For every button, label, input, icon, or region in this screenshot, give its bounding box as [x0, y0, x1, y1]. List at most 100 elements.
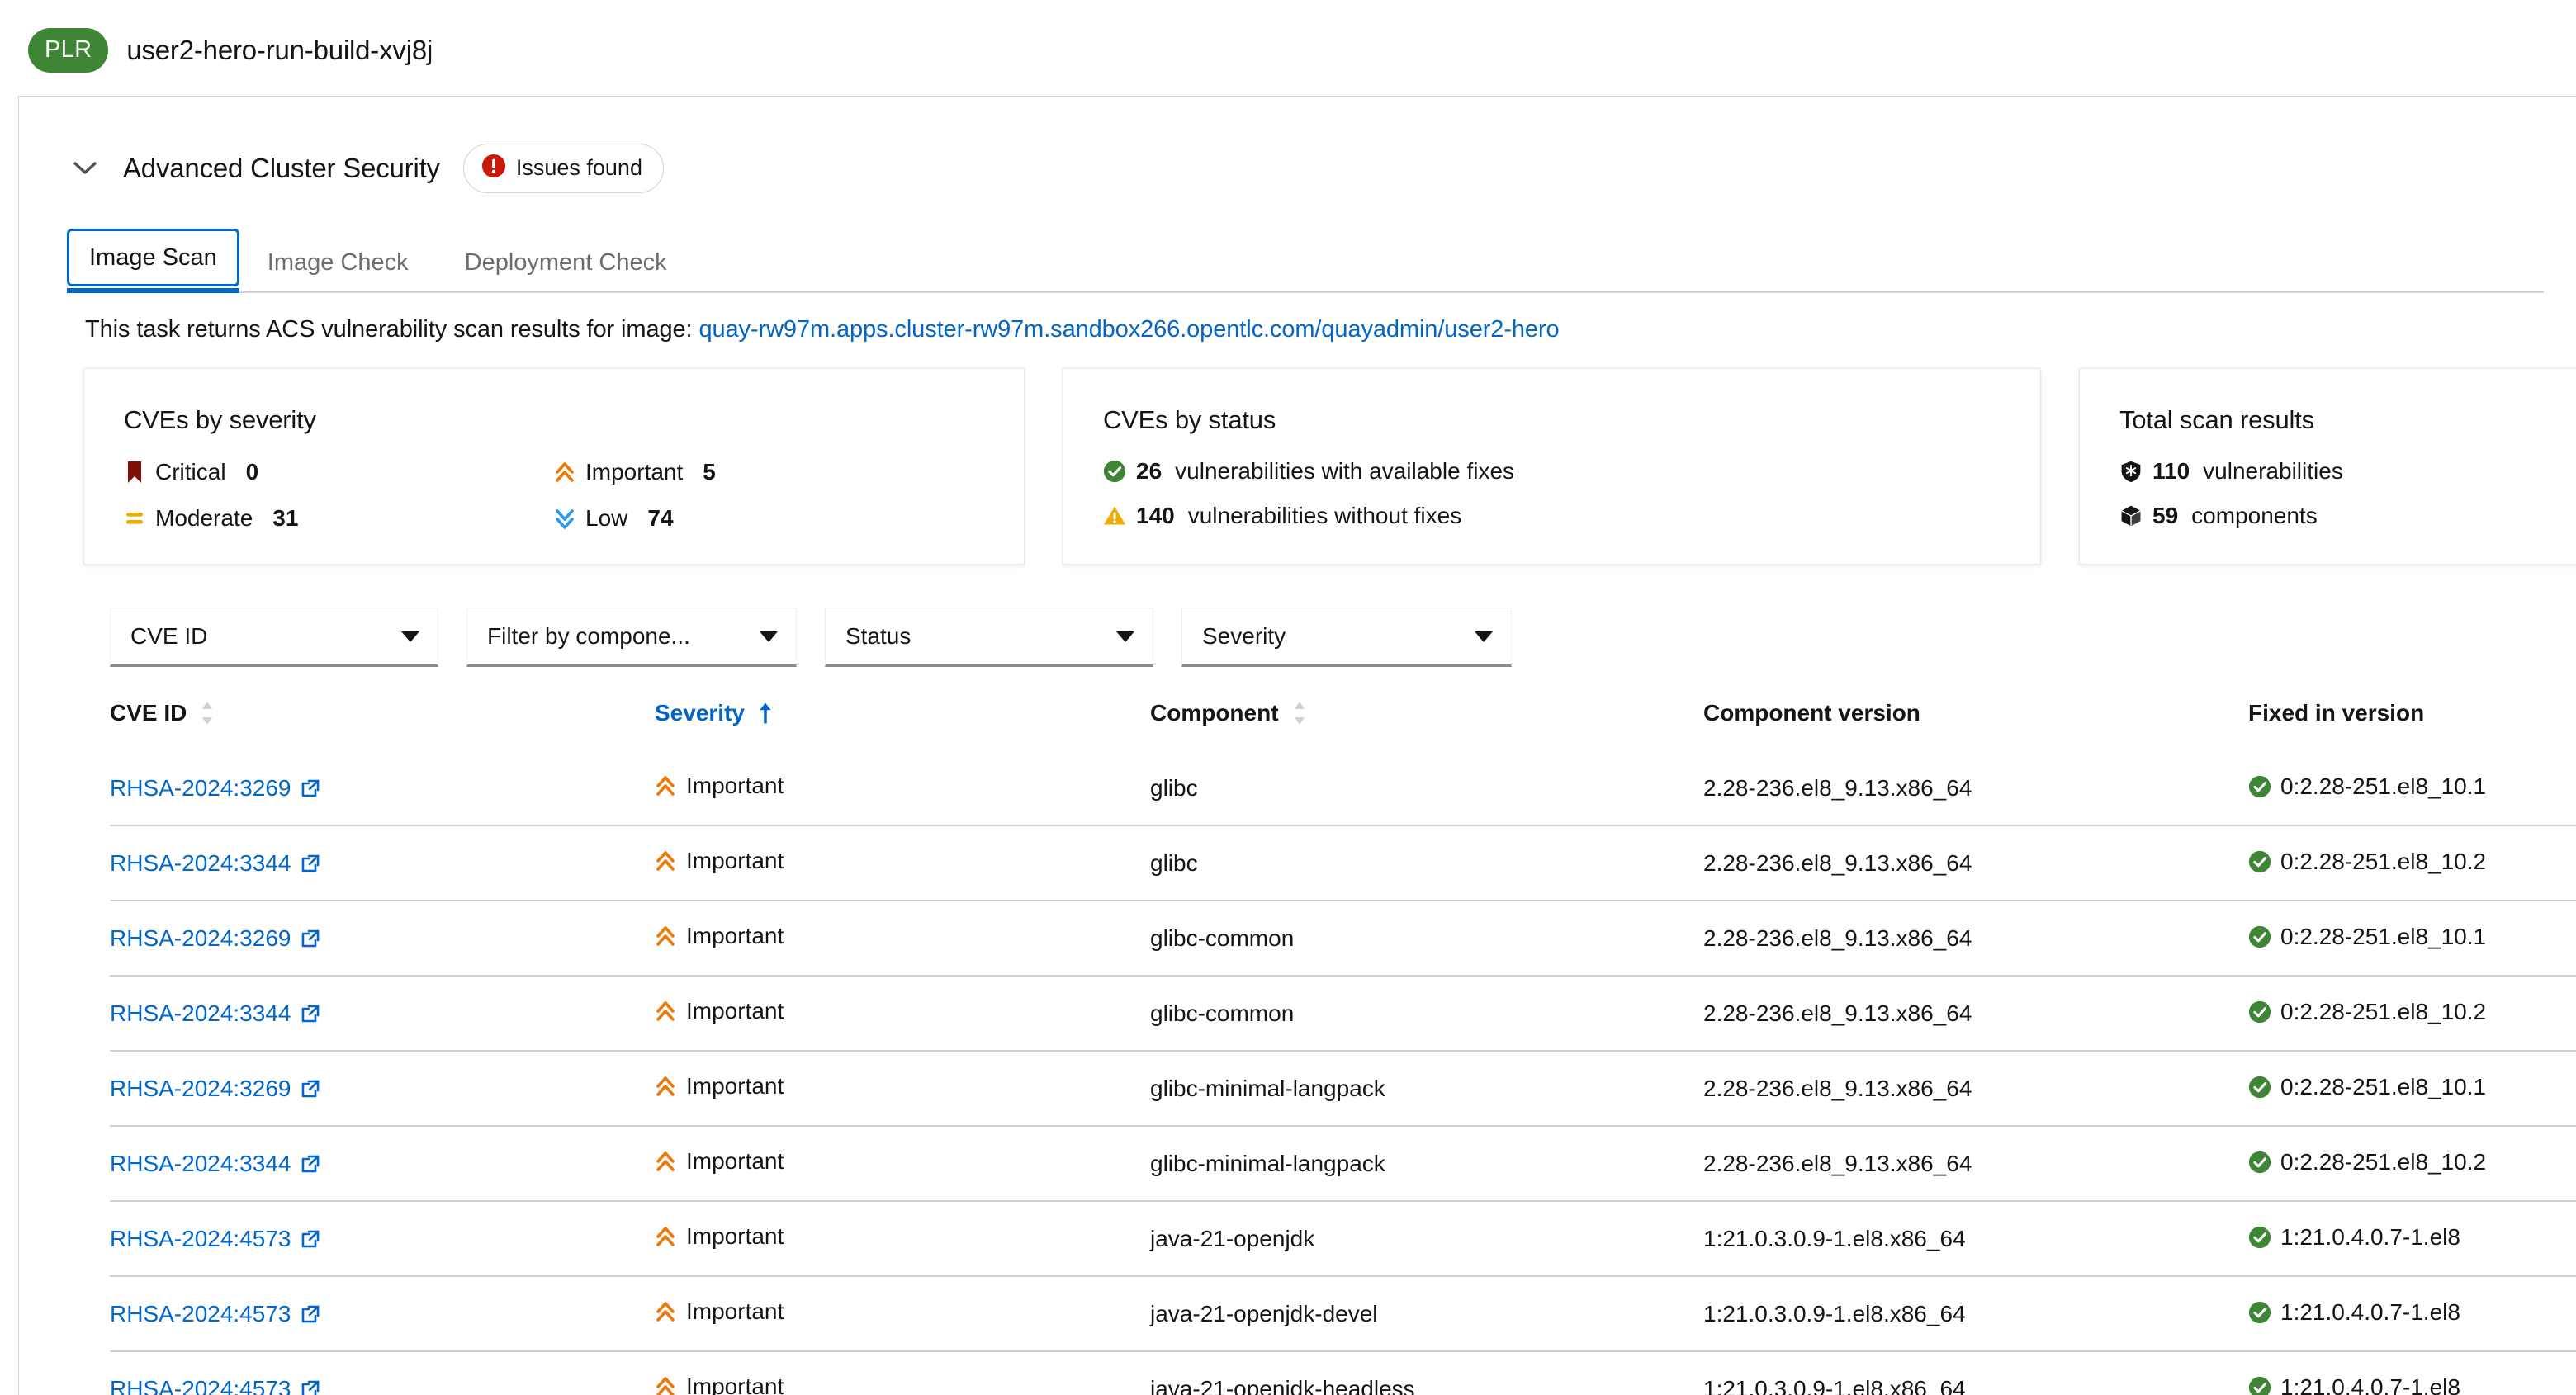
severity-count: 5 [703, 459, 716, 485]
cve-link[interactable]: RHSA-2024:3344 [110, 1151, 320, 1177]
external-link-icon [301, 1229, 320, 1249]
important-severity-icon [655, 1074, 676, 1099]
cve-id-text: RHSA-2024:3344 [110, 850, 291, 876]
chevron-down-icon[interactable] [67, 150, 103, 187]
cell-cve-id: RHSA-2024:3269 [110, 1050, 655, 1126]
cell-cve-id: RHSA-2024:4573 [110, 1200, 655, 1276]
chevron-down-icon [401, 631, 419, 642]
image-url-link[interactable]: quay-rw97m.apps.cluster-rw97m.sandbox266… [698, 316, 1559, 343]
status-text: vulnerabilities with available fixes [1175, 458, 1515, 484]
vulnerabilities-table: CVE ID Severity Component Component vers… [110, 700, 2576, 1395]
panel-title: Advanced Cluster Security [123, 153, 440, 183]
important-severity-icon [655, 924, 676, 948]
severity-text: Important [686, 1073, 784, 1099]
status-filter-label: Status [845, 623, 912, 649]
column-header-label: CVE ID [110, 700, 187, 726]
cell-fixed-in-version: 1:21.0.4.0.7-1.el8 [2248, 1200, 2576, 1276]
table-row: RHSA-2024:3269 Important glibc-common 2.28-… [110, 900, 2576, 976]
cell-severity: Important [655, 751, 1150, 825]
status-filter[interactable]: Status [825, 608, 1153, 667]
task-description: This task returns ACS vulnerability scan… [85, 316, 2576, 343]
page-header: PLR user2-hero-run-build-xvj8j [0, 0, 2576, 76]
column-header-fixed-in-version: Fixed in version [2248, 700, 2576, 751]
cve-link[interactable]: RHSA-2024:3269 [110, 925, 320, 952]
cve-link[interactable]: RHSA-2024:3344 [110, 1000, 320, 1027]
cell-cve-id: RHSA-2024:3344 [110, 1125, 655, 1201]
check-circle-icon [2248, 1226, 2271, 1249]
cell-cve-id: RHSA-2024:3344 [110, 825, 655, 901]
cell-severity: Important [655, 900, 1150, 976]
column-header-component-version: Component version [1703, 700, 2248, 751]
total-scan-results-card: Total scan results 110 vulnerabilities 5… [2079, 368, 2576, 565]
severity-filter[interactable]: Severity [1181, 608, 1512, 667]
severity-label: Moderate [155, 505, 253, 531]
severity-count: 74 [647, 505, 674, 531]
tab-image-check[interactable]: Image Check [239, 232, 437, 293]
sort-icon[interactable] [1292, 701, 1307, 726]
severity-text: Important [686, 1223, 784, 1249]
check-circle-icon [2248, 1000, 2271, 1024]
cell-component: java-21-openjdk-devel [1150, 1275, 1703, 1351]
fixed-version-text: 0:2.28-251.el8_10.2 [2280, 998, 2487, 1024]
severity-text: Important [686, 1298, 784, 1324]
fixed-version-text: 1:21.0.4.0.7-1.el8 [2280, 1298, 2460, 1325]
chevron-down-icon [760, 631, 778, 642]
column-header-severity[interactable]: Severity [655, 700, 1150, 751]
fixed-version-text: 1:21.0.4.0.7-1.el8 [2280, 1374, 2460, 1395]
external-link-icon [301, 854, 320, 873]
tab-image-scan[interactable]: Image Scan [67, 229, 239, 293]
tab-deployment-check[interactable]: Deployment Check [437, 232, 695, 293]
cve-id-text: RHSA-2024:3344 [110, 1000, 291, 1026]
cell-component: glibc-minimal-langpack [1150, 1050, 1703, 1126]
column-header-component[interactable]: Component [1150, 700, 1703, 751]
total-vulnerabilities-count: 110 [2152, 458, 2190, 484]
cell-component-version: 2.28-236.el8_9.13.x86_64 [1703, 975, 2248, 1051]
cell-cve-id: RHSA-2024:4573 [110, 1275, 655, 1351]
cve-link[interactable]: RHSA-2024:3269 [110, 775, 320, 802]
check-circle-icon [1103, 460, 1126, 483]
cell-cve-id: RHSA-2024:3269 [110, 751, 655, 825]
security-shield-icon [2119, 460, 2143, 483]
cell-fixed-in-version: 0:2.28-251.el8_10.2 [2248, 975, 2576, 1051]
cell-fixed-in-version: 0:2.28-251.el8_10.1 [2248, 751, 2576, 825]
severity-filter-label: Severity [1202, 623, 1286, 649]
cve-id-text: RHSA-2024:3269 [110, 775, 291, 801]
severity-text: Important [686, 923, 784, 948]
column-header-cve-id[interactable]: CVE ID [110, 700, 655, 751]
check-circle-icon [2248, 925, 2271, 948]
component-filter[interactable]: Filter by compone... [466, 608, 797, 667]
critical-severity-icon [124, 460, 145, 485]
cve-id-text: RHSA-2024:3269 [110, 925, 291, 951]
warning-triangle-icon [1103, 504, 1126, 527]
sort-icon[interactable] [200, 701, 215, 726]
card-title: CVEs by status [1103, 405, 1276, 434]
cve-link[interactable]: RHSA-2024:4573 [110, 1376, 320, 1395]
panel-header: Advanced Cluster Security Issues found [19, 97, 2576, 193]
fixed-version-text: 0:2.28-251.el8_10.1 [2280, 923, 2487, 949]
cve-link[interactable]: RHSA-2024:4573 [110, 1226, 320, 1252]
external-link-icon [301, 1004, 320, 1024]
cve-link[interactable]: RHSA-2024:3269 [110, 1076, 320, 1102]
check-circle-icon [2248, 1376, 2271, 1395]
severity-text: Important [686, 773, 784, 798]
cell-component: glibc-minimal-langpack [1150, 1125, 1703, 1201]
status-text: vulnerabilities without fixes [1187, 503, 1462, 528]
cve-link[interactable]: RHSA-2024:3344 [110, 850, 320, 877]
table-row: RHSA-2024:4573 Important java-21-openjdk-h… [110, 1350, 2576, 1395]
table-row: RHSA-2024:3269 Important glibc 2.28-236.el8… [110, 751, 2576, 825]
low-severity-icon [554, 506, 575, 531]
cell-severity: Important [655, 1125, 1150, 1201]
sort-ascending-icon[interactable] [758, 701, 773, 726]
severity-moderate: Moderate 31 [124, 506, 554, 531]
moderate-severity-icon [124, 506, 145, 531]
chevron-down-icon [1475, 631, 1493, 642]
cell-component: glibc [1150, 775, 1198, 801]
cves-by-severity-card: CVEs by severity Critical 0 Important 5 … [83, 368, 1025, 565]
severity-important: Important 5 [554, 460, 984, 485]
status-count: 26 [1136, 458, 1163, 484]
cve-link[interactable]: RHSA-2024:4573 [110, 1301, 320, 1327]
cve-id-filter[interactable]: CVE ID [110, 608, 438, 667]
cell-component-version: 2.28-236.el8_9.13.x86_64 [1703, 825, 2248, 901]
card-title: Total scan results [2119, 405, 2314, 434]
cell-fixed-in-version: 0:2.28-251.el8_10.1 [2248, 1050, 2576, 1126]
